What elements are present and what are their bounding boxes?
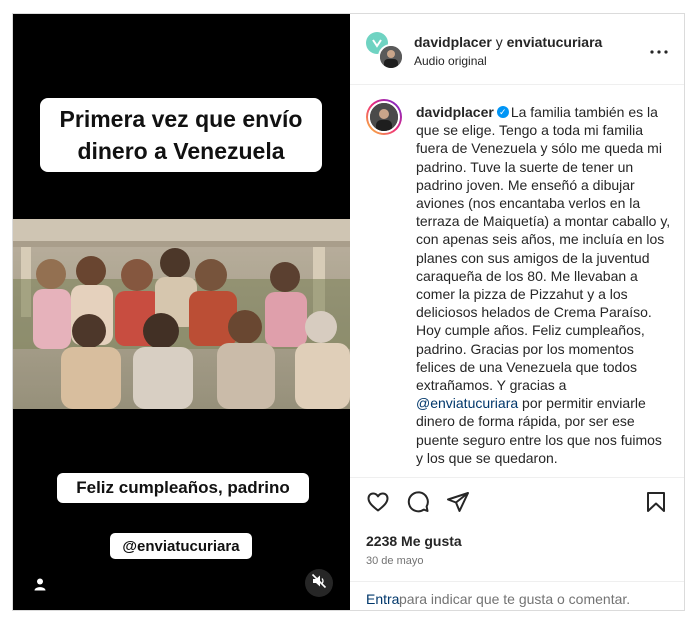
author-conjunction: y xyxy=(495,34,503,50)
share-icon xyxy=(446,492,470,518)
likes-count[interactable]: 2238 Me gusta xyxy=(366,533,462,549)
family-photo xyxy=(13,219,350,409)
avatar[interactable] xyxy=(366,99,402,135)
caption-text: davidplacer ✓ La familia también es la que… xyxy=(416,103,672,467)
reel-video[interactable]: Primera vez que envío dinero a Venezuela xyxy=(13,14,350,610)
login-link[interactable]: Entra xyxy=(366,591,399,607)
post-authors: davidplacer y enviatucuriara xyxy=(414,34,602,50)
comments-section[interactable]: davidplacer ✓ La familia también es la que… xyxy=(350,85,684,477)
instagram-post: Primera vez que envío dinero a Venezuela xyxy=(12,13,685,611)
more-options-button[interactable] xyxy=(646,38,672,58)
add-comment-bar: Entra para indicar que te gusta o coment… xyxy=(350,581,684,611)
verified-icon: ✓ xyxy=(496,106,509,119)
caption-body: La familia también es la que se elige. T… xyxy=(416,104,671,394)
like-button[interactable] xyxy=(366,490,390,514)
user-icon xyxy=(33,577,47,596)
author-username[interactable]: davidplacer xyxy=(414,34,492,50)
video-title-caption: Primera vez que envío dinero a Venezuela xyxy=(40,98,322,172)
mute-icon xyxy=(311,573,327,594)
tagged-users-button[interactable] xyxy=(30,576,50,596)
caption-mention[interactable]: @enviatucuriara xyxy=(416,395,518,411)
comment-icon xyxy=(406,491,430,518)
mute-button[interactable] xyxy=(305,569,333,597)
login-prompt: para indicar que te gusta o comentar. xyxy=(399,591,631,607)
tag-caption: @enviatucuriara xyxy=(110,533,252,559)
bookmark-icon xyxy=(644,492,668,518)
collaborator-username[interactable]: enviatucuriara xyxy=(507,34,603,50)
collab-avatars[interactable] xyxy=(366,32,404,70)
post-sidebar: davidplacer y enviatucuriara Audio origi… xyxy=(350,14,684,610)
heart-icon xyxy=(366,492,390,518)
audio-link[interactable]: Audio original xyxy=(414,54,487,68)
save-button[interactable] xyxy=(644,490,668,514)
birthday-caption: Feliz cumpleaños, padrino xyxy=(57,473,309,503)
more-icon xyxy=(650,38,668,59)
avatar[interactable] xyxy=(378,44,404,70)
comment-button[interactable] xyxy=(406,490,430,514)
post-date[interactable]: 30 de mayo xyxy=(366,555,423,567)
action-bar xyxy=(350,477,684,522)
share-button[interactable] xyxy=(446,490,470,514)
caption-username[interactable]: davidplacer xyxy=(416,104,494,120)
post-header: davidplacer y enviatucuriara Audio origi… xyxy=(350,14,684,85)
